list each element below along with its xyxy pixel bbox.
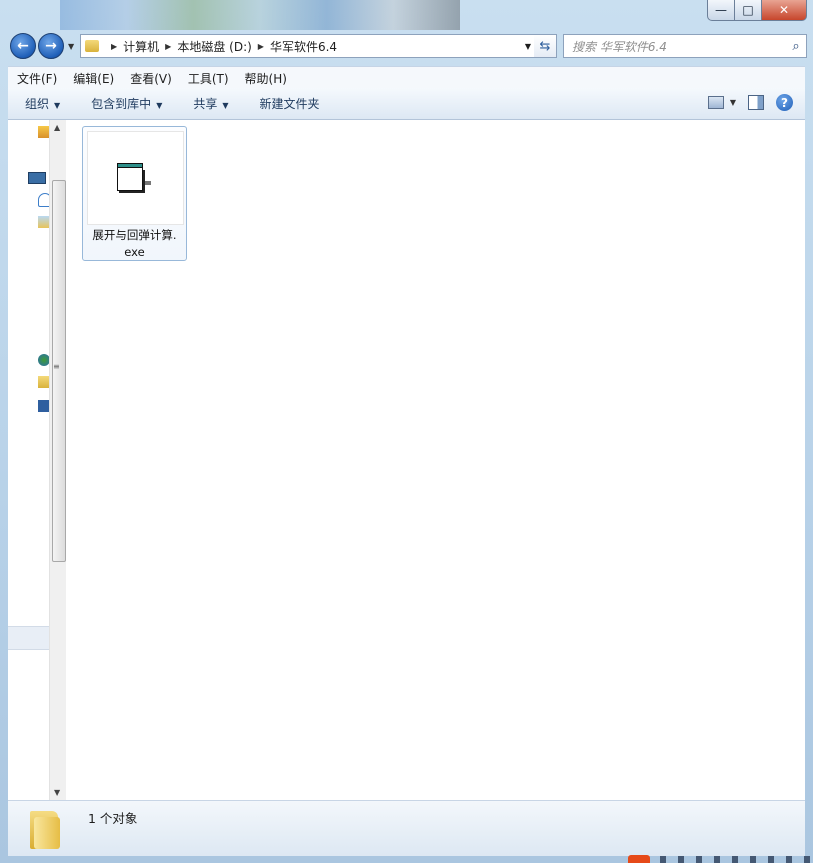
scroll-down-icon[interactable]: ▼ [54,788,60,797]
scroll-up-icon[interactable]: ▲ [54,123,60,132]
taskbar-strip [600,855,813,863]
search-input[interactable]: 搜索 华军软件6.4 ⌕ [563,34,807,58]
minimize-button[interactable]: — [707,0,735,21]
view-dropdown-icon[interactable]: ▼ [730,98,736,107]
item-count: 1 个对象 [88,811,138,826]
folder-icon [85,40,99,52]
file-item[interactable]: 展开与回弹计算. exe [82,126,187,261]
dropdown-arrow-icon: ▼ [54,101,61,110]
background-blur [60,0,460,30]
caption-buttons: — □ ✕ [707,0,807,21]
file-name-line1: 展开与回弹计算. [92,228,177,242]
chevron-right-icon[interactable]: ▶ [165,42,171,51]
desktop-icon[interactable] [28,172,46,184]
breadcrumb-computer[interactable]: 计算机 [123,38,159,55]
share-label: 共享 [193,97,218,111]
include-in-library-button[interactable]: 包含到库中 ▼ [74,95,176,112]
menu-view[interactable]: 查看(V) [121,70,179,87]
include-in-library-label: 包含到库中 [91,97,152,111]
close-button[interactable]: ✕ [762,0,807,21]
menu-file[interactable]: 文件(F) [8,70,64,87]
file-name-line2: exe [124,245,145,259]
refresh-button[interactable]: ⇆ [534,34,557,58]
address-dropdown-icon[interactable]: ▼ [525,42,531,51]
navigation-bar: ← → ▼ ▶ 计算机 ▶ 本地磁盘 (D:) ▶ 华军软件6.4 ▼ ⇆ 搜索… [8,30,807,62]
dropdown-arrow-icon: ▼ [222,101,229,110]
menu-help[interactable]: 帮助(H) [236,70,294,87]
details-pane: 1 个对象 [8,800,805,856]
file-thumbnail [87,131,184,225]
share-button[interactable]: 共享 ▼ [176,95,242,112]
recent-pages-dropdown-icon[interactable]: ▼ [68,42,74,51]
explorer-window: — □ ✕ ← → ▼ ▶ 计算机 ▶ 本地磁盘 (D:) ▶ 华军软件6.4 … [0,0,813,863]
view-controls: ▼ ? [707,94,793,111]
nav-pane-highlight [8,626,49,650]
tray-app-icon[interactable] [628,855,650,863]
dropdown-arrow-icon: ▼ [156,101,163,110]
chevron-right-icon[interactable]: ▶ [258,42,264,51]
breadcrumb-current-folder[interactable]: 华军软件6.4 [270,38,337,55]
scroll-grip-icon: ≡ [53,362,60,371]
help-icon[interactable]: ? [776,94,793,111]
change-view-icon[interactable] [707,96,724,109]
nav-pane-scrollbar[interactable]: ▲ ≡ ▼ [49,120,67,800]
forward-button[interactable]: → [38,33,64,59]
navigation-pane [8,120,52,800]
search-placeholder: 搜索 华军软件6.4 [572,39,667,54]
preview-pane-icon[interactable] [748,95,764,110]
maximize-button[interactable]: □ [735,0,762,21]
search-icon[interactable]: ⌕ [786,39,806,54]
folder-icon [28,807,60,849]
command-bar: 组织 ▼ 包含到库中 ▼ 共享 ▼ 新建文件夹 ▼ ? [8,88,805,120]
file-list-area[interactable]: 展开与回弹计算. exe [66,120,805,800]
chevron-right-icon[interactable]: ▶ [111,42,117,51]
file-name: 展开与回弹计算. exe [83,227,186,261]
back-button[interactable]: ← [10,33,36,59]
new-folder-button[interactable]: 新建文件夹 [243,95,334,112]
menu-bar: 文件(F) 编辑(E) 查看(V) 工具(T) 帮助(H) [8,66,805,89]
organize-button[interactable]: 组织 ▼ [8,95,74,112]
menu-edit[interactable]: 编辑(E) [64,70,121,87]
exe-icon [117,163,151,191]
organize-label: 组织 [25,97,50,111]
menu-tools[interactable]: 工具(T) [179,70,236,87]
address-bar[interactable]: ▶ 计算机 ▶ 本地磁盘 (D:) ▶ 华军软件6.4 ▼ [80,34,536,58]
scroll-thumb[interactable] [52,180,66,562]
tray-icons[interactable] [660,856,810,863]
breadcrumb-local-disk[interactable]: 本地磁盘 (D:) [177,38,251,55]
